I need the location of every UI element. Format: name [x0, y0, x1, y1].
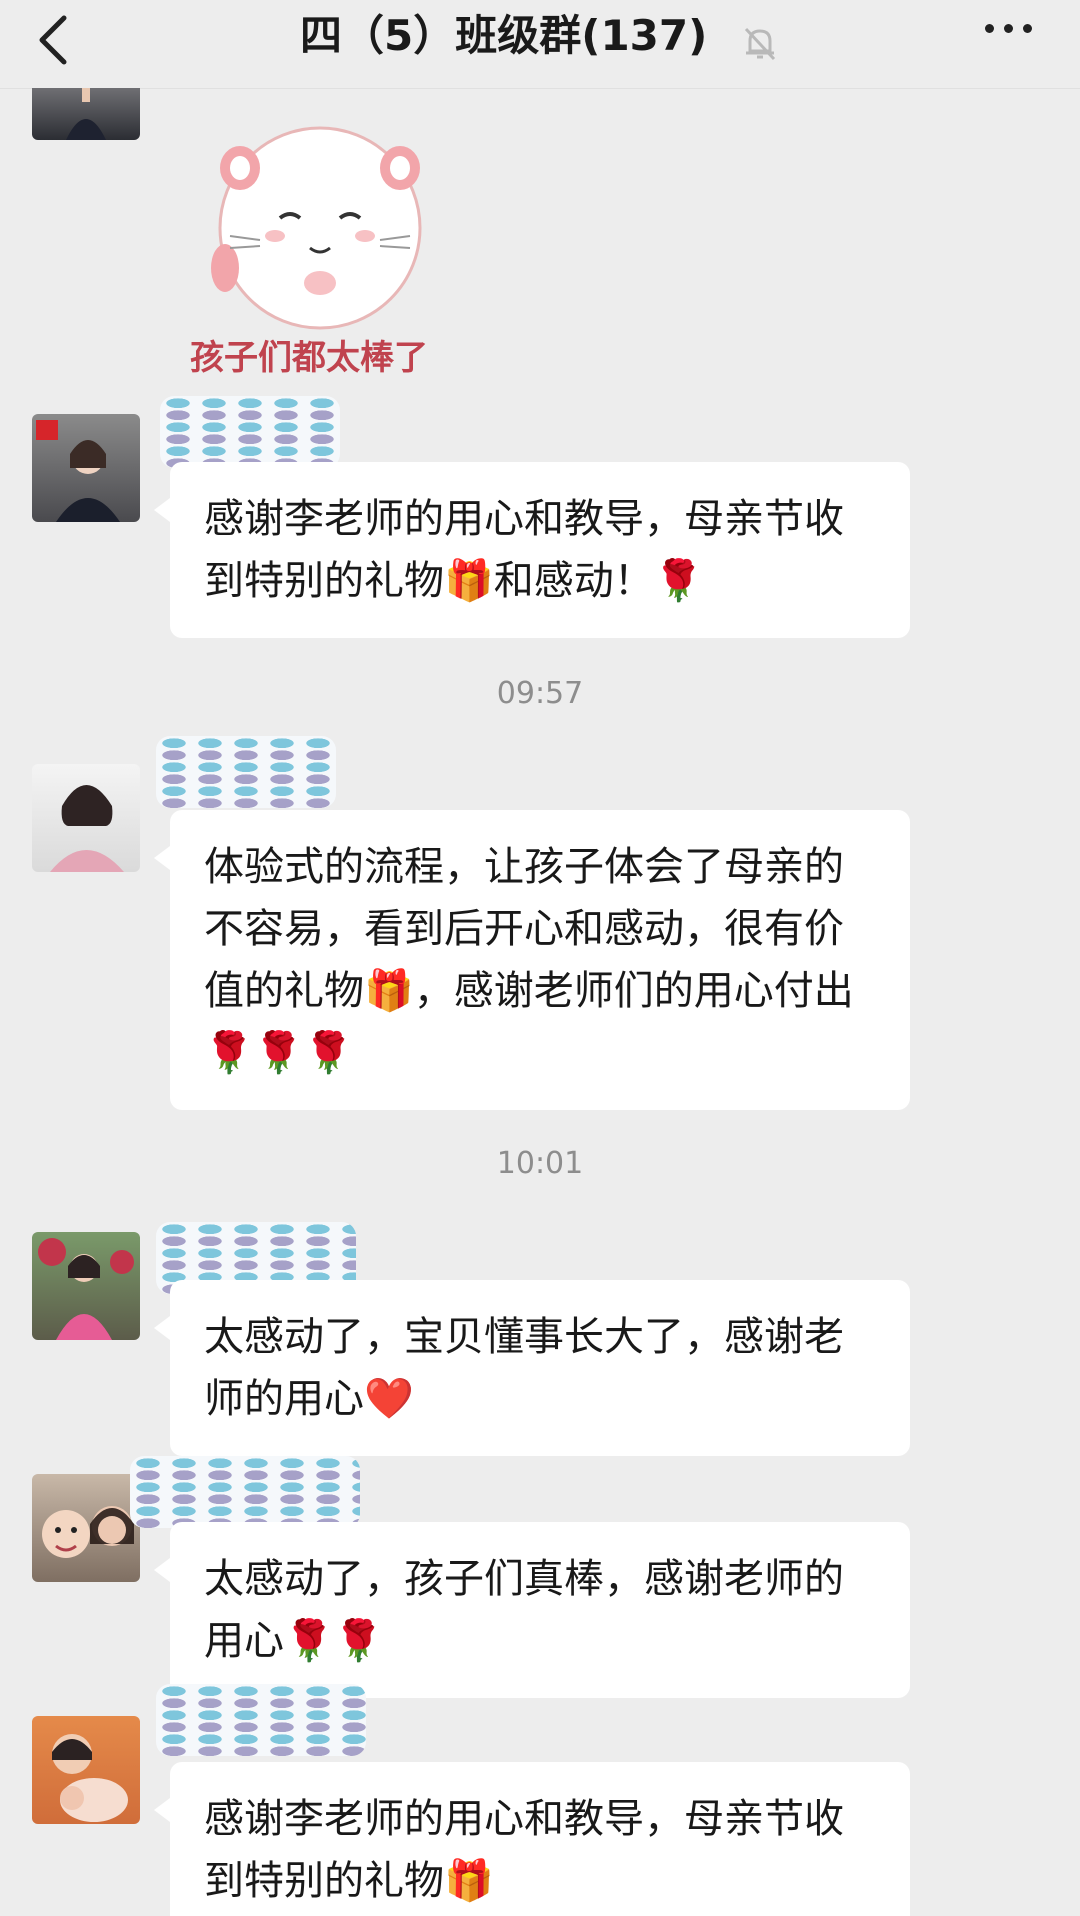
chat-title: 四（5）班级群(137)	[0, 6, 1080, 66]
message-text: 太感动了，宝贝懂事长大了，感谢老师的用心❤️	[204, 1314, 844, 1422]
message-text: 体验式的流程，让孩子体会了母亲的不容易，看到后开心和感动，很有价值的礼物🎁，感谢…	[204, 844, 854, 1076]
sender-name	[156, 736, 336, 808]
timestamp: 09:57	[496, 676, 584, 711]
message-bubble[interactable]: 太感动了，孩子们真棒，感谢老师的用心🌹🌹	[154, 1522, 910, 1698]
more-dots-icon[interactable]	[980, 18, 1040, 58]
chat-title-text: 四（5）班级群(137)	[300, 11, 708, 60]
avatar[interactable]	[32, 88, 140, 140]
sender-name	[156, 1684, 366, 1756]
message-bubble[interactable]: 太感动了，宝贝懂事长大了，感谢老师的用心❤️	[154, 1280, 910, 1456]
message-text: 太感动了，孩子们真棒，感谢老师的用心🌹🌹	[204, 1556, 844, 1664]
message-bubble[interactable]: 感谢李老师的用心和教导，母亲节收到特别的礼物🎁	[154, 1762, 910, 1916]
message-bubble[interactable]: 体验式的流程，让孩子体会了母亲的不容易，看到后开心和感动，很有价值的礼物🎁，感谢…	[154, 810, 910, 1110]
sender-name	[130, 1456, 360, 1528]
message-text: 感谢李老师的用心和教导，母亲节收到特别的礼物🎁和感动！🌹	[204, 496, 844, 604]
chat-header: 四（5）班级群(137)	[0, 0, 1080, 89]
message-text: 感谢李老师的用心和教导，母亲节收到特别的礼物🎁	[204, 1796, 844, 1904]
avatar[interactable]	[32, 1474, 140, 1582]
bell-off-icon	[740, 19, 780, 60]
timestamp: 10:01	[496, 1146, 584, 1181]
avatar[interactable]	[32, 1232, 140, 1340]
sticker-caption: 孩子们都太棒了	[190, 338, 428, 378]
avatar[interactable]	[32, 764, 140, 872]
avatar[interactable]	[32, 1716, 140, 1824]
avatar[interactable]	[32, 414, 140, 522]
sender-name	[160, 396, 340, 468]
message-bubble[interactable]: 感谢李老师的用心和教导，母亲节收到特别的礼物🎁和感动！🌹	[154, 462, 910, 638]
